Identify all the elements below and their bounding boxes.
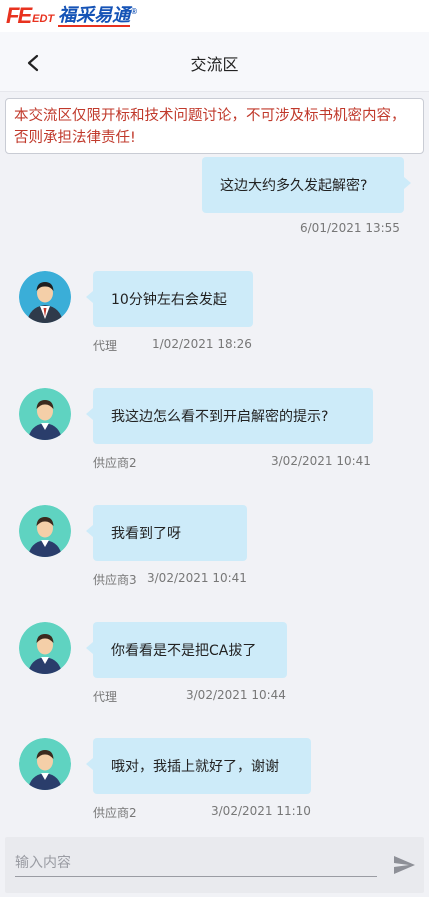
logo-name: 福采易通 <box>58 5 131 27</box>
message-text: 这边大约多久发起解密? <box>220 178 368 194</box>
message-text: 你看看是不是把CA拔了 <box>111 643 257 659</box>
supplier-avatar-icon <box>19 388 71 440</box>
message-text: 哦对，我插上就好了，谢谢 <box>111 759 279 775</box>
brand-logo: FE EDT 福采易通 ® <box>6 3 138 28</box>
message-sender: 代理 <box>93 339 118 353</box>
page-header: 交流区 <box>0 32 429 92</box>
message-sender: 供应商2 <box>93 456 137 470</box>
supplier-avatar-icon <box>19 738 71 790</box>
send-icon <box>394 856 415 874</box>
message-text: 我看到了呀 <box>111 526 181 542</box>
message-sender: 供应商2 <box>93 806 137 820</box>
message-time: 6/01/2021 13:55 <box>300 221 400 235</box>
page-title: 交流区 <box>190 55 239 74</box>
message-input[interactable] <box>15 849 377 877</box>
logo-edt: EDT <box>32 13 55 25</box>
supplier-avatar-icon <box>19 622 71 674</box>
legal-notice: 本交流区仅限开标和技术问题讨论，不可涉及标书机密内容，否则承担法律责任! <box>5 98 424 154</box>
message-bubble-incoming: 哦对，我插上就好了，谢谢 <box>86 738 311 794</box>
message-sender: 代理 <box>93 690 118 704</box>
message-sender: 供应商3 <box>93 573 137 587</box>
message-bubble-incoming: 你看看是不是把CA拔了 <box>86 622 287 678</box>
message-time: 3/02/2021 10:41 <box>271 454 371 468</box>
message-time: 3/02/2021 11:10 <box>211 804 311 818</box>
logo-registered: ® <box>131 6 138 16</box>
message-time: 3/02/2021 10:44 <box>186 688 286 702</box>
message-text: 我这边怎么看不到开启解密的提示? <box>111 409 329 425</box>
message-bubble-incoming: 10分钟左右会发起 <box>86 271 253 327</box>
message-bubble-incoming: 我看到了呀 <box>86 505 247 561</box>
message-bubble-outgoing: 这边大约多久发起解密? <box>202 157 411 213</box>
message-time: 3/02/2021 10:41 <box>147 571 247 585</box>
brand-bar: FE EDT 福采易通 ® <box>0 0 429 32</box>
message-composer <box>5 837 424 893</box>
logo-mark: FE <box>6 3 32 28</box>
supplier-avatar-icon <box>19 505 71 557</box>
send-button[interactable] <box>392 853 416 877</box>
message-time: 1/02/2021 18:26 <box>152 337 252 351</box>
message-text: 10分钟左右会发起 <box>111 292 227 308</box>
message-bubble-incoming: 我这边怎么看不到开启解密的提示? <box>86 388 373 444</box>
agent-suit-avatar-icon <box>19 271 71 323</box>
